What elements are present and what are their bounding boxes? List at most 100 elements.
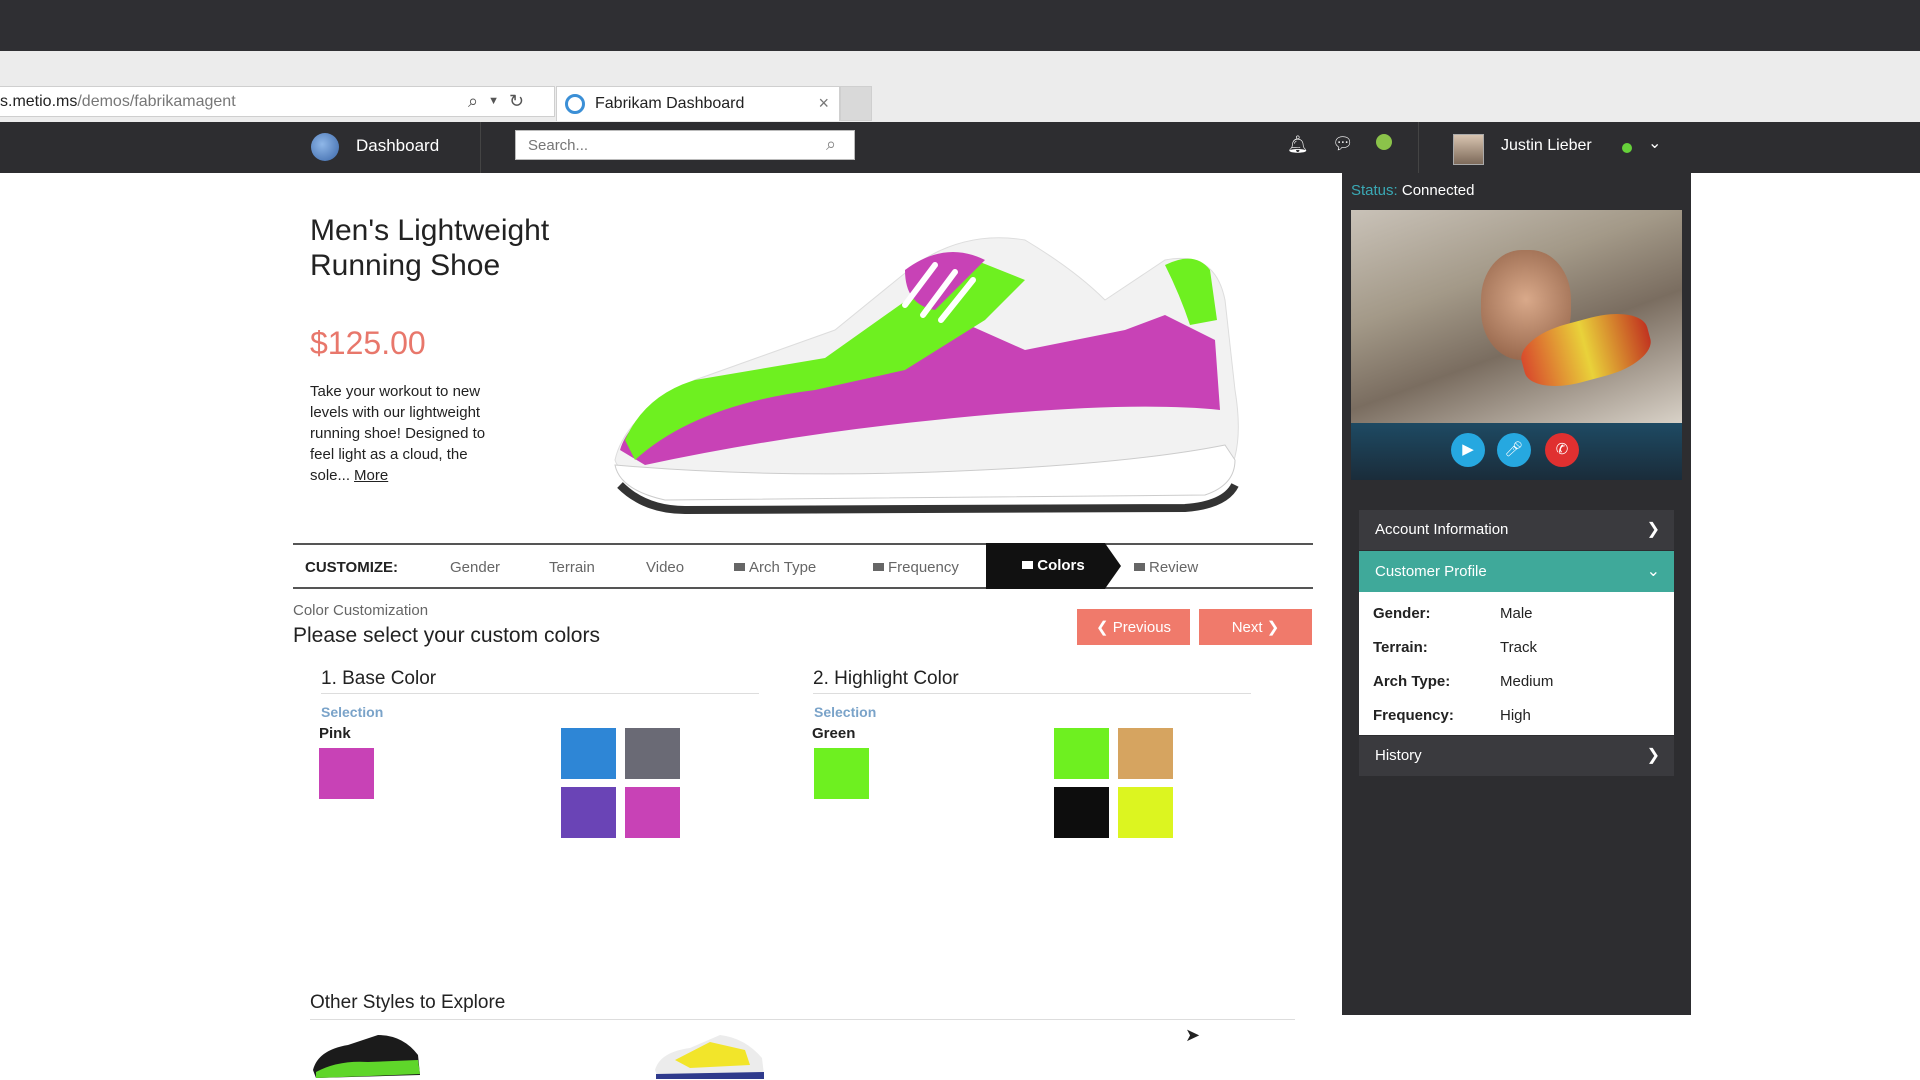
chat-icon[interactable]: 💬︎ bbox=[1332, 134, 1354, 154]
customize-bar: CUSTOMIZE: Gender Terrain Video Arch Typ… bbox=[293, 543, 1313, 589]
tab-video[interactable]: Video bbox=[646, 559, 684, 576]
new-tab-button[interactable] bbox=[840, 86, 872, 121]
base-color-heading: 1. Base Color bbox=[321, 668, 437, 689]
header-divider bbox=[1418, 122, 1419, 173]
color-swatch-purple[interactable] bbox=[561, 787, 616, 838]
os-titlebar bbox=[0, 0, 1920, 51]
account-information-panel[interactable]: Account Information ❯ bbox=[1359, 510, 1674, 550]
chevron-down-icon: ⌄ bbox=[1646, 563, 1660, 580]
profile-value: Track bbox=[1500, 639, 1537, 656]
color-swatch-gray[interactable] bbox=[625, 728, 680, 779]
status-value: Connected bbox=[1401, 182, 1475, 199]
color-swatch-tan[interactable] bbox=[1118, 728, 1173, 779]
profile-value: Male bbox=[1500, 605, 1533, 622]
header-divider bbox=[480, 122, 481, 173]
dropdown-icon[interactable]: ▼ bbox=[488, 95, 499, 107]
avatar[interactable] bbox=[1453, 134, 1484, 165]
tab-frequency[interactable]: Frequency bbox=[873, 559, 959, 576]
customer-profile-panel[interactable]: Customer Profile ⌄ bbox=[1359, 551, 1674, 592]
mouse-cursor-icon: ➤ bbox=[1185, 1025, 1201, 1045]
tab-label: Arch Type bbox=[749, 559, 817, 576]
bell-icon[interactable]: 🔔︎ bbox=[1287, 135, 1309, 155]
tab-label: Colors bbox=[1037, 557, 1085, 574]
connection-status: Status: Connected bbox=[1351, 182, 1474, 199]
section-subtitle: Color Customization bbox=[293, 602, 429, 619]
tab-label: Frequency bbox=[888, 559, 959, 576]
close-tab-icon[interactable]: × bbox=[818, 87, 829, 120]
panel-label: Account Information bbox=[1375, 521, 1509, 538]
online-status-icon bbox=[1622, 143, 1632, 153]
tab-title: Fabrikam Dashboard bbox=[595, 95, 745, 112]
selected-color-name: Pink bbox=[319, 725, 351, 742]
chevron-down-icon[interactable]: ⌄ bbox=[1648, 133, 1661, 153]
browser-tab[interactable]: Fabrikam Dashboard × bbox=[556, 86, 840, 121]
tab-terrain[interactable]: Terrain bbox=[549, 559, 595, 576]
panel-label: Customer Profile bbox=[1375, 563, 1487, 580]
search-input[interactable] bbox=[515, 130, 855, 160]
tab-label: Review bbox=[1149, 559, 1199, 576]
other-style-shoe-thumbnail[interactable] bbox=[308, 1030, 428, 1080]
customer-profile-details: Gender: Male Terrain: Track Arch Type: M… bbox=[1359, 592, 1674, 735]
divider bbox=[310, 1019, 1295, 1020]
call-controls: ▶ 🎤︎ ✆ bbox=[1351, 423, 1682, 480]
button-label: Next bbox=[1231, 619, 1263, 636]
product-image bbox=[614, 237, 1239, 515]
selected-color-swatch bbox=[814, 748, 869, 799]
hang-up-icon[interactable]: ✆ bbox=[1545, 433, 1579, 467]
product-price: $125.00 bbox=[310, 325, 426, 361]
button-label: Previous bbox=[1112, 619, 1172, 636]
panel-label: History bbox=[1375, 747, 1422, 764]
description-text: Take your workout to new levels with our… bbox=[310, 383, 486, 484]
highlight-color-heading: 2. Highlight Color bbox=[813, 668, 959, 689]
video-camera-icon bbox=[1022, 561, 1034, 569]
profile-key: Arch Type: bbox=[1373, 673, 1451, 690]
microphone-icon[interactable]: 🎤︎ bbox=[1497, 433, 1531, 467]
color-swatch-blue[interactable] bbox=[561, 728, 616, 779]
color-swatch-yellow[interactable] bbox=[1118, 787, 1173, 838]
refresh-icon[interactable]: ↻ bbox=[509, 91, 524, 112]
search-icon[interactable]: ⌕ bbox=[468, 91, 478, 112]
profile-value: Medium bbox=[1500, 673, 1554, 690]
profile-key: Frequency: bbox=[1373, 707, 1454, 724]
globe-logo-icon bbox=[311, 133, 339, 161]
video-feed bbox=[1351, 210, 1682, 423]
more-link[interactable]: More bbox=[354, 467, 388, 484]
tab-colors[interactable]: Colors bbox=[986, 543, 1121, 589]
selected-color-name: Green bbox=[812, 725, 856, 742]
app-header bbox=[0, 122, 1920, 173]
user-name[interactable]: Justin Lieber bbox=[1501, 137, 1592, 155]
video-camera-icon bbox=[873, 563, 884, 571]
other-style-shoe-thumbnail[interactable] bbox=[650, 1030, 770, 1080]
selection-label: Selection bbox=[321, 704, 384, 720]
divider bbox=[321, 693, 759, 694]
app-title[interactable]: Dashboard bbox=[356, 135, 439, 157]
selected-color-swatch bbox=[319, 748, 374, 799]
color-swatch-black[interactable] bbox=[1054, 787, 1109, 838]
next-button[interactable]: Next ❯ bbox=[1199, 609, 1312, 645]
previous-button[interactable]: ❮ Previous bbox=[1077, 609, 1190, 645]
video-camera-icon bbox=[1134, 563, 1145, 571]
product-title: Men's Lightweight Running Shoe bbox=[310, 214, 550, 282]
customize-label: CUSTOMIZE: bbox=[305, 559, 399, 576]
profile-key: Terrain: bbox=[1373, 639, 1428, 656]
chevron-right-icon: ❯ bbox=[1646, 521, 1660, 538]
video-camera-icon bbox=[734, 563, 745, 571]
video-camera-icon[interactable]: ▶ bbox=[1451, 433, 1485, 467]
address-bar-icons: ⌕ ▼ ↻ bbox=[468, 88, 558, 114]
chevron-left-icon: ❮ bbox=[1095, 619, 1113, 636]
chevron-right-icon: ❯ bbox=[1262, 619, 1280, 636]
other-styles-heading: Other Styles to Explore bbox=[310, 992, 506, 1013]
chevron-right-icon: ❯ bbox=[1646, 747, 1660, 764]
clock-icon[interactable] bbox=[1376, 134, 1392, 150]
divider bbox=[813, 693, 1251, 694]
color-swatch-pink[interactable] bbox=[625, 787, 680, 838]
color-swatch-green[interactable] bbox=[1054, 728, 1109, 779]
tab-review[interactable]: Review bbox=[1134, 559, 1198, 576]
status-label: Status: bbox=[1351, 182, 1398, 199]
tab-gender[interactable]: Gender bbox=[450, 559, 500, 576]
search-icon[interactable]: ⌕ bbox=[826, 134, 836, 155]
browser-logo-icon bbox=[565, 94, 585, 114]
history-panel[interactable]: History ❯ bbox=[1359, 736, 1674, 776]
tab-arch-type[interactable]: Arch Type bbox=[734, 559, 816, 576]
selection-label: Selection bbox=[814, 704, 877, 720]
